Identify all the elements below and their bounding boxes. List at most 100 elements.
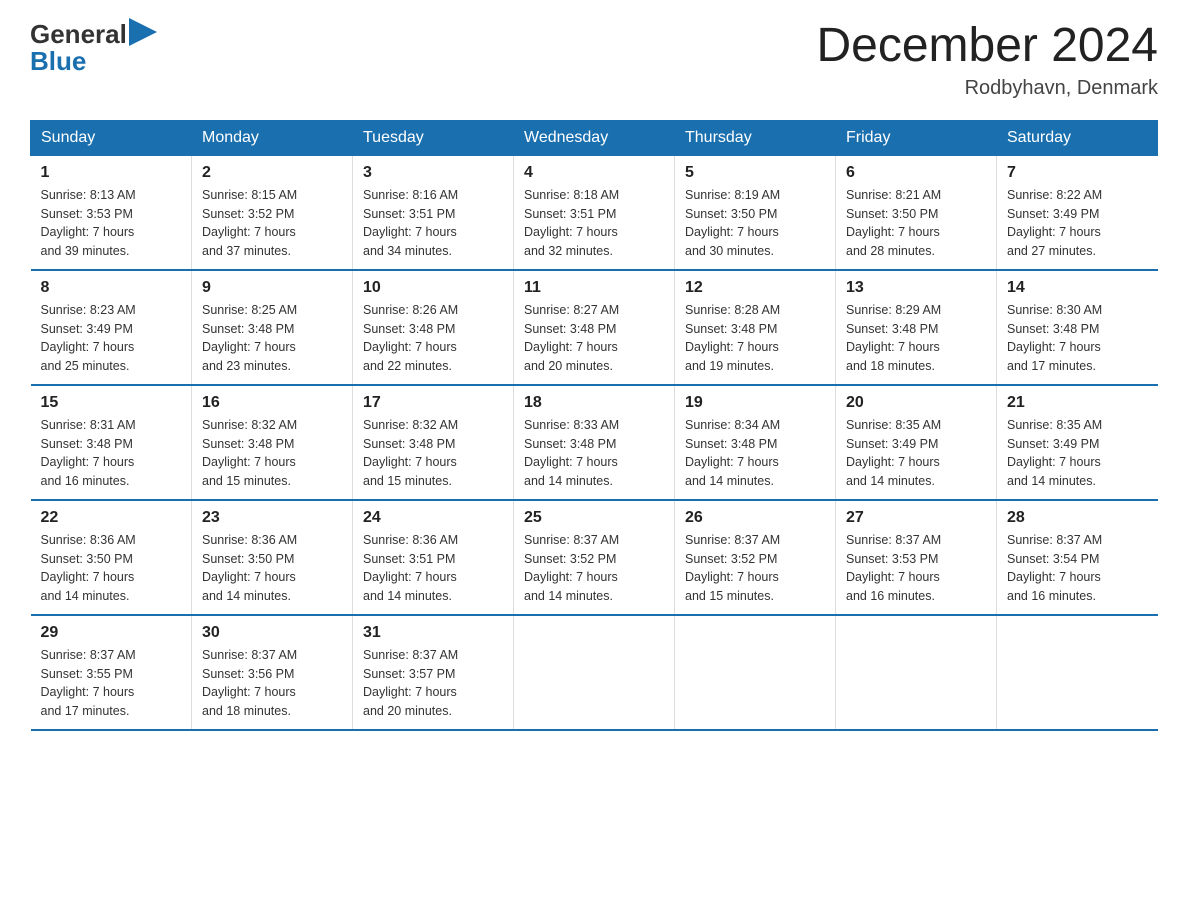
table-row: 1 Sunrise: 8:13 AMSunset: 3:53 PMDayligh… [31,155,192,270]
day-number: 5 [685,164,825,182]
day-number: 7 [1007,164,1148,182]
table-row: 24 Sunrise: 8:36 AMSunset: 3:51 PMDaylig… [353,500,514,615]
table-row: 31 Sunrise: 8:37 AMSunset: 3:57 PMDaylig… [353,615,514,730]
day-info: Sunrise: 8:29 AMSunset: 3:48 PMDaylight:… [846,301,986,376]
table-row [836,615,997,730]
calendar-week-row: 15 Sunrise: 8:31 AMSunset: 3:48 PMDaylig… [31,385,1158,500]
calendar-table: Sunday Monday Tuesday Wednesday Thursday… [30,120,1158,731]
day-number: 16 [202,394,342,412]
day-info: Sunrise: 8:37 AMSunset: 3:54 PMDaylight:… [1007,531,1148,606]
table-row: 9 Sunrise: 8:25 AMSunset: 3:48 PMDayligh… [192,270,353,385]
day-info: Sunrise: 8:32 AMSunset: 3:48 PMDaylight:… [363,416,503,491]
table-row: 18 Sunrise: 8:33 AMSunset: 3:48 PMDaylig… [514,385,675,500]
day-number: 28 [1007,509,1148,527]
day-number: 4 [524,164,664,182]
day-number: 24 [363,509,503,527]
table-row [514,615,675,730]
day-number: 25 [524,509,664,527]
day-info: Sunrise: 8:37 AMSunset: 3:53 PMDaylight:… [846,531,986,606]
day-number: 1 [41,164,182,182]
table-row: 15 Sunrise: 8:31 AMSunset: 3:48 PMDaylig… [31,385,192,500]
header-wednesday: Wednesday [514,120,675,155]
calendar-week-row: 8 Sunrise: 8:23 AMSunset: 3:49 PMDayligh… [31,270,1158,385]
day-info: Sunrise: 8:37 AMSunset: 3:52 PMDaylight:… [685,531,825,606]
day-number: 22 [41,509,182,527]
calendar-week-row: 22 Sunrise: 8:36 AMSunset: 3:50 PMDaylig… [31,500,1158,615]
day-info: Sunrise: 8:25 AMSunset: 3:48 PMDaylight:… [202,301,342,376]
table-row: 7 Sunrise: 8:22 AMSunset: 3:49 PMDayligh… [997,155,1158,270]
day-number: 27 [846,509,986,527]
day-info: Sunrise: 8:22 AMSunset: 3:49 PMDaylight:… [1007,186,1148,261]
title-block: December 2024 Rodbyhavn, Denmark [816,20,1158,100]
day-number: 31 [363,624,503,642]
table-row: 29 Sunrise: 8:37 AMSunset: 3:55 PMDaylig… [31,615,192,730]
day-info: Sunrise: 8:36 AMSunset: 3:50 PMDaylight:… [202,531,342,606]
logo: General Blue [30,20,157,75]
table-row [675,615,836,730]
table-row: 23 Sunrise: 8:36 AMSunset: 3:50 PMDaylig… [192,500,353,615]
day-number: 29 [41,624,182,642]
table-row: 25 Sunrise: 8:37 AMSunset: 3:52 PMDaylig… [514,500,675,615]
table-row [997,615,1158,730]
day-info: Sunrise: 8:36 AMSunset: 3:51 PMDaylight:… [363,531,503,606]
header-monday: Monday [192,120,353,155]
table-row: 12 Sunrise: 8:28 AMSunset: 3:48 PMDaylig… [675,270,836,385]
day-number: 30 [202,624,342,642]
day-info: Sunrise: 8:18 AMSunset: 3:51 PMDaylight:… [524,186,664,261]
day-info: Sunrise: 8:26 AMSunset: 3:48 PMDaylight:… [363,301,503,376]
day-info: Sunrise: 8:33 AMSunset: 3:48 PMDaylight:… [524,416,664,491]
logo-blue-text: Blue [30,47,157,76]
day-number: 10 [363,279,503,297]
day-info: Sunrise: 8:15 AMSunset: 3:52 PMDaylight:… [202,186,342,261]
day-info: Sunrise: 8:23 AMSunset: 3:49 PMDaylight:… [41,301,182,376]
table-row: 8 Sunrise: 8:23 AMSunset: 3:49 PMDayligh… [31,270,192,385]
table-row: 11 Sunrise: 8:27 AMSunset: 3:48 PMDaylig… [514,270,675,385]
header-friday: Friday [836,120,997,155]
table-row: 2 Sunrise: 8:15 AMSunset: 3:52 PMDayligh… [192,155,353,270]
calendar-header-row: Sunday Monday Tuesday Wednesday Thursday… [31,120,1158,155]
table-row: 3 Sunrise: 8:16 AMSunset: 3:51 PMDayligh… [353,155,514,270]
day-number: 19 [685,394,825,412]
day-info: Sunrise: 8:34 AMSunset: 3:48 PMDaylight:… [685,416,825,491]
header-sunday: Sunday [31,120,192,155]
day-number: 11 [524,279,664,297]
day-info: Sunrise: 8:32 AMSunset: 3:48 PMDaylight:… [202,416,342,491]
day-number: 8 [41,279,182,297]
table-row: 28 Sunrise: 8:37 AMSunset: 3:54 PMDaylig… [997,500,1158,615]
logo-arrow-icon [129,18,157,46]
day-number: 17 [363,394,503,412]
day-info: Sunrise: 8:37 AMSunset: 3:52 PMDaylight:… [524,531,664,606]
logo-general-text: General [30,20,127,49]
page-header: General Blue December 2024 Rodbyhavn, De… [30,20,1158,100]
day-number: 18 [524,394,664,412]
table-row: 4 Sunrise: 8:18 AMSunset: 3:51 PMDayligh… [514,155,675,270]
day-number: 21 [1007,394,1148,412]
table-row: 20 Sunrise: 8:35 AMSunset: 3:49 PMDaylig… [836,385,997,500]
table-row: 13 Sunrise: 8:29 AMSunset: 3:48 PMDaylig… [836,270,997,385]
day-info: Sunrise: 8:35 AMSunset: 3:49 PMDaylight:… [846,416,986,491]
table-row: 30 Sunrise: 8:37 AMSunset: 3:56 PMDaylig… [192,615,353,730]
day-number: 26 [685,509,825,527]
day-number: 6 [846,164,986,182]
day-number: 13 [846,279,986,297]
header-thursday: Thursday [675,120,836,155]
table-row: 21 Sunrise: 8:35 AMSunset: 3:49 PMDaylig… [997,385,1158,500]
day-info: Sunrise: 8:37 AMSunset: 3:55 PMDaylight:… [41,646,182,721]
day-number: 2 [202,164,342,182]
header-tuesday: Tuesday [353,120,514,155]
table-row: 14 Sunrise: 8:30 AMSunset: 3:48 PMDaylig… [997,270,1158,385]
calendar-week-row: 1 Sunrise: 8:13 AMSunset: 3:53 PMDayligh… [31,155,1158,270]
day-number: 20 [846,394,986,412]
day-info: Sunrise: 8:16 AMSunset: 3:51 PMDaylight:… [363,186,503,261]
day-info: Sunrise: 8:30 AMSunset: 3:48 PMDaylight:… [1007,301,1148,376]
header-saturday: Saturday [997,120,1158,155]
day-number: 23 [202,509,342,527]
day-info: Sunrise: 8:37 AMSunset: 3:56 PMDaylight:… [202,646,342,721]
table-row: 10 Sunrise: 8:26 AMSunset: 3:48 PMDaylig… [353,270,514,385]
day-number: 3 [363,164,503,182]
day-info: Sunrise: 8:13 AMSunset: 3:53 PMDaylight:… [41,186,182,261]
day-info: Sunrise: 8:27 AMSunset: 3:48 PMDaylight:… [524,301,664,376]
table-row: 19 Sunrise: 8:34 AMSunset: 3:48 PMDaylig… [675,385,836,500]
day-info: Sunrise: 8:21 AMSunset: 3:50 PMDaylight:… [846,186,986,261]
calendar-week-row: 29 Sunrise: 8:37 AMSunset: 3:55 PMDaylig… [31,615,1158,730]
